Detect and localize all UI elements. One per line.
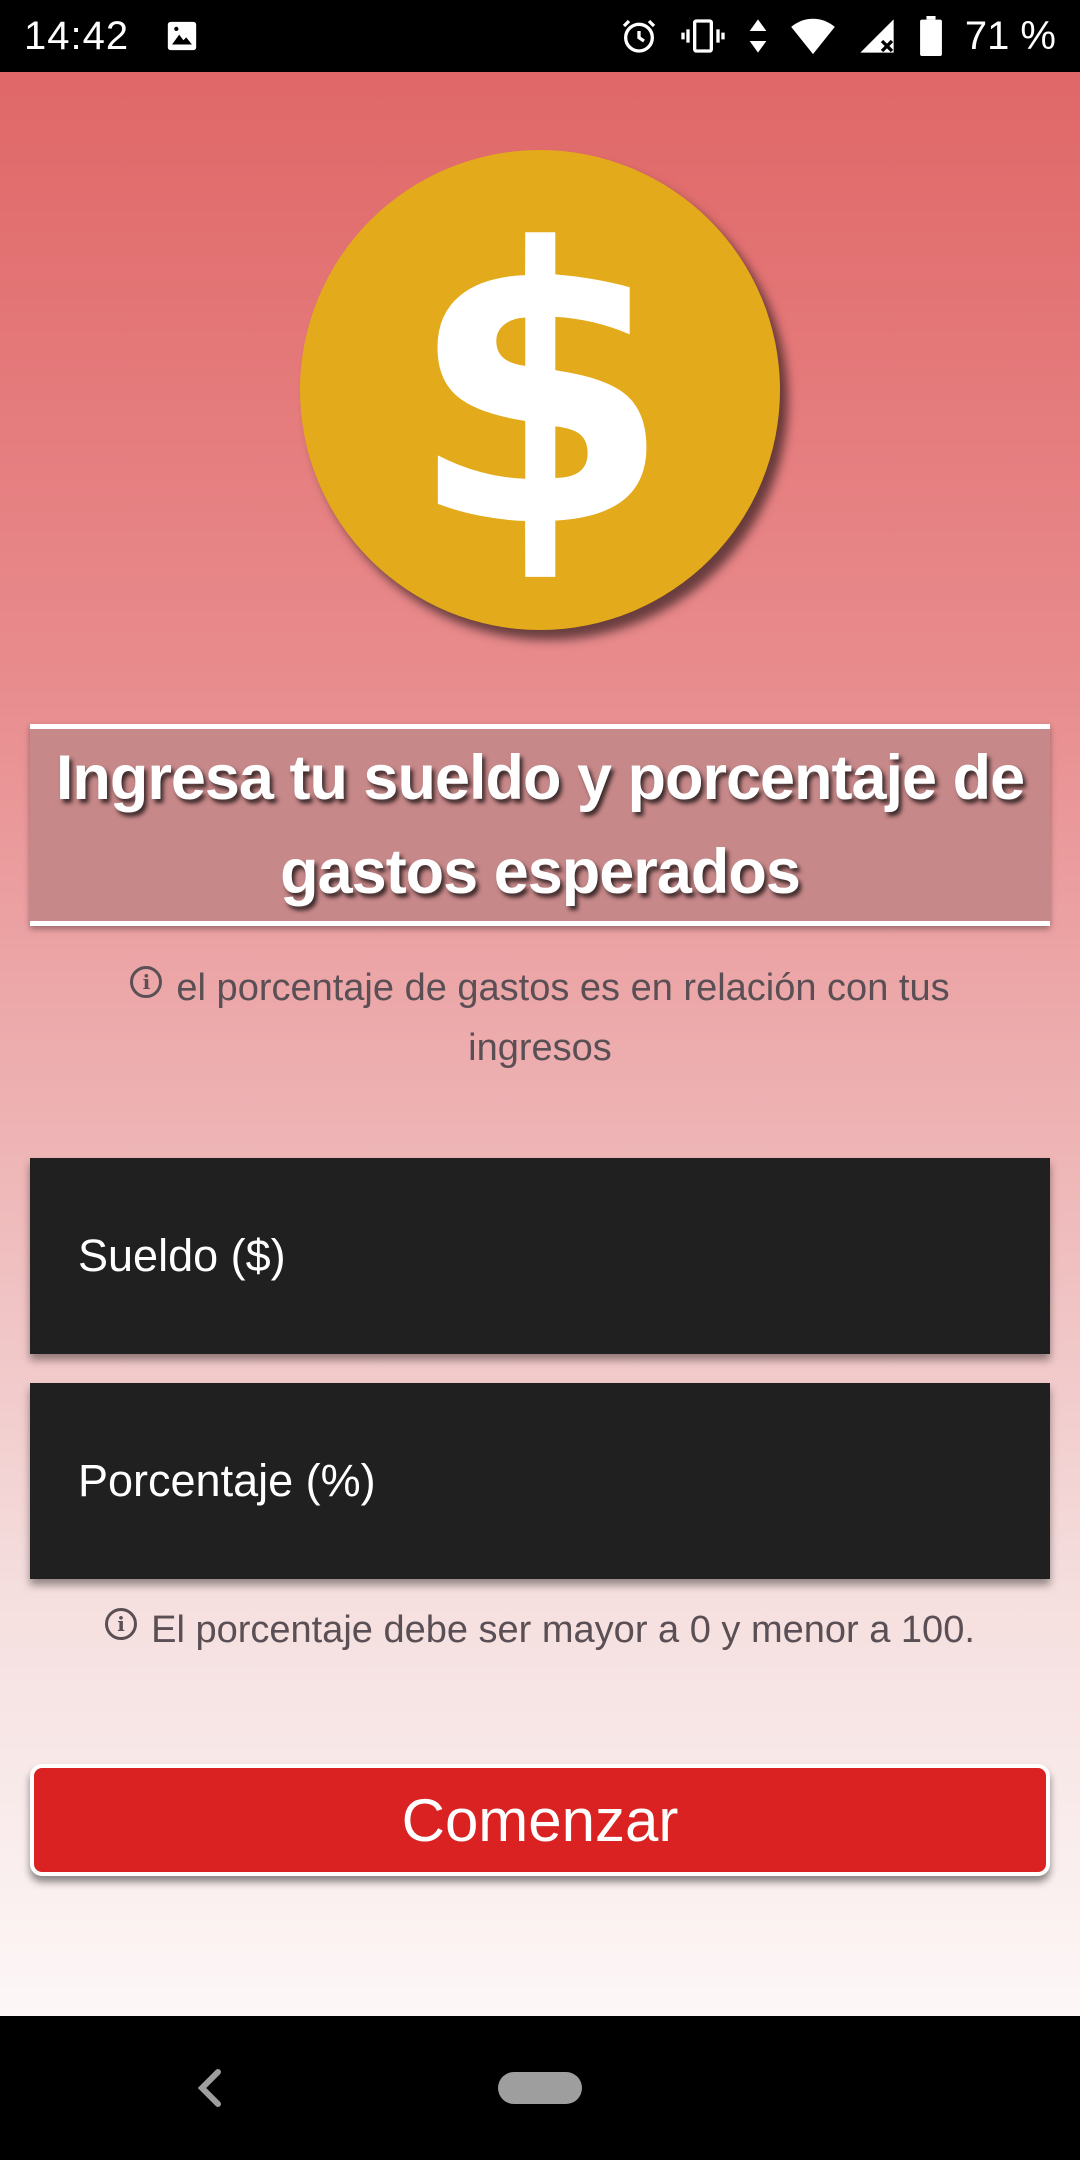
home-pill-icon[interactable] — [498, 2072, 582, 2104]
data-arrows-icon — [747, 16, 769, 56]
status-bar: 14:42 71 % — [0, 0, 1080, 72]
percent-field[interactable] — [30, 1383, 1050, 1579]
image-icon — [165, 19, 199, 53]
vibrate-icon — [681, 16, 725, 56]
info-icon: i — [105, 1608, 138, 1640]
wifi-icon — [791, 16, 835, 56]
start-button[interactable]: Comenzar — [30, 1764, 1050, 1876]
signal-icon — [857, 16, 897, 56]
info-icon: i — [130, 966, 163, 998]
page-title: Ingresa tu sueldo y porcentaje de gastos… — [55, 743, 1025, 907]
alarm-icon — [619, 16, 659, 56]
dollar-coin-icon: $ — [300, 150, 780, 630]
status-time: 14:42 — [24, 13, 130, 58]
hint-top: i el porcentaje de gastos es en relación … — [60, 958, 1020, 1078]
hint-bottom-text: El porcentaje debe ser mayor a 0 y menor… — [151, 1609, 975, 1651]
battery-icon — [919, 16, 943, 56]
salary-field[interactable] — [30, 1158, 1050, 1354]
percent-input[interactable] — [78, 1455, 1050, 1507]
navigation-bar — [0, 2016, 1080, 2160]
hint-top-text: el porcentaje de gastos es en relación c… — [176, 967, 950, 1069]
title-banner: Ingresa tu sueldo y porcentaje de gastos… — [30, 724, 1050, 926]
hint-bottom: i El porcentaje debe ser mayor a 0 y meno… — [60, 1600, 1020, 1660]
app-screen: $ Ingresa tu sueldo y porcentaje de gast… — [0, 72, 1080, 2016]
dollar-symbol: $ — [407, 168, 673, 611]
salary-input[interactable] — [78, 1230, 1050, 1282]
back-icon[interactable] — [190, 2062, 230, 2114]
battery-percent: 71 % — [964, 13, 1056, 58]
